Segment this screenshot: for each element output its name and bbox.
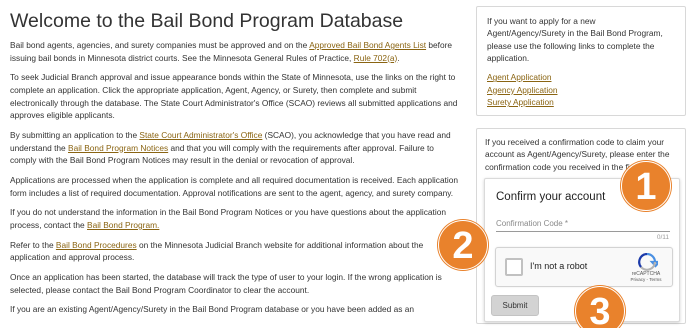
recaptcha-terms-link[interactable]: Privacy - Terms [624, 277, 668, 282]
character-counter: 0/11 [656, 234, 669, 241]
apply-panel: If you want to apply for a new Agent/Age… [476, 6, 686, 116]
paragraph-text: . [397, 52, 400, 63]
agent-application-link[interactable]: Agent Application [487, 71, 675, 84]
procedures-paragraph: Refer to the Bail Bond Procedures on the… [10, 239, 462, 264]
paragraph-text: Bail bond agents, agencies, and surety c… [10, 40, 310, 50]
tracking-paragraph: Once an application has been started, th… [10, 272, 442, 295]
questions-paragraph: If you do not understand the information… [10, 206, 462, 231]
acknowledge-paragraph: By submitting an application to the Stat… [10, 129, 462, 167]
approval-paragraph: To seek Judicial Branch approval and iss… [10, 72, 458, 121]
bail-bond-program-link[interactable]: Bail Bond Program. [87, 220, 159, 230]
bail-bond-procedures-link[interactable]: Bail Bond Procedures [56, 240, 137, 250]
confirmation-code-underline[interactable] [496, 231, 670, 232]
processing-paragraph: Applications are processed when the appl… [10, 174, 459, 198]
main-content: Welcome to the Bail Bond Program Databas… [10, 8, 462, 323]
existing-user-paragraph: If you are an existing Agent/Agency/Sure… [10, 304, 415, 315]
step-1-badge: 1 [621, 161, 671, 211]
approved-agents-list-link[interactable]: Approved Bail Bond Agents List [309, 40, 426, 50]
program-notices-link[interactable]: Bail Bond Program Notices [68, 143, 168, 153]
page-title: Welcome to the Bail Bond Program Databas… [10, 10, 404, 32]
confirmation-code-field[interactable]: Confirmation Code * [496, 219, 568, 228]
recaptcha-label: I'm not a robot [530, 261, 588, 271]
agency-application-link[interactable]: Agency Application [487, 84, 675, 97]
scao-link[interactable]: State Court Administrator's Office [139, 130, 262, 140]
recaptcha-widget: I'm not a robot reCAPTCHA Privacy - Term… [495, 247, 673, 287]
paragraph-text: If you do not understand the information… [10, 207, 447, 230]
submit-button[interactable]: Submit [491, 295, 539, 316]
paragraph-text: Refer to the [10, 239, 56, 250]
step-2-badge: 2 [438, 220, 488, 270]
surety-application-link[interactable]: Surety Application [487, 96, 675, 109]
recaptcha-logo-icon [638, 253, 658, 271]
recaptcha-checkbox[interactable] [505, 258, 523, 276]
intro-paragraph: Bail bond agents, agencies, and surety c… [10, 39, 462, 64]
apply-panel-text: If you want to apply for a new Agent/Age… [487, 16, 663, 63]
paragraph-text: By submitting an application to the [10, 129, 140, 140]
step-3-badge: 3 [575, 286, 625, 328]
confirm-title: Confirm your account [496, 191, 606, 203]
rule-702a-link[interactable]: Rule 702(a) [354, 53, 398, 63]
